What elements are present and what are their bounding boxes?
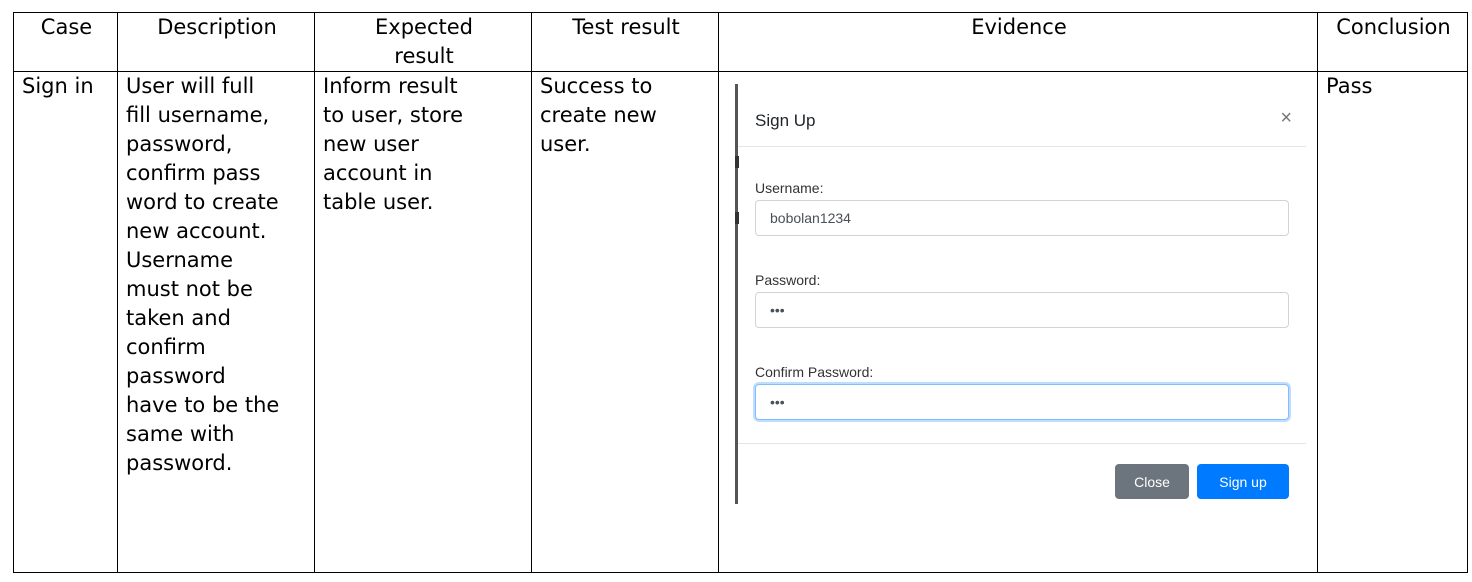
signup-modal-screenshot: Sign Up × Username: Password: Confirm Pa… bbox=[735, 84, 1306, 504]
header-expected-line: result bbox=[394, 44, 454, 68]
header-row: Case Description Expected result Test re… bbox=[13, 12, 1468, 72]
expected-line: table user. bbox=[323, 190, 434, 214]
modal-edge-mark bbox=[735, 212, 739, 224]
cell-conclusion: Pass bbox=[1317, 71, 1468, 573]
description-line: same with bbox=[126, 422, 235, 446]
description-line: User will full bbox=[126, 74, 255, 98]
description-line: word to create bbox=[126, 190, 279, 214]
password-label: Password: bbox=[755, 272, 821, 288]
table-row: Sign in User will full fill username, pa… bbox=[13, 71, 1468, 573]
description-line: confirm pass bbox=[126, 161, 261, 185]
description-line: have to be the bbox=[126, 393, 280, 417]
description-line: must not be bbox=[126, 277, 253, 301]
cell-expected-result: Inform result to user, store new user ac… bbox=[314, 71, 532, 573]
modal-edge-mark bbox=[735, 156, 739, 168]
confirm-password-input[interactable] bbox=[755, 384, 1289, 420]
header-test-result: Test result bbox=[531, 12, 719, 72]
modal-footer-divider bbox=[738, 443, 1306, 444]
username-label: Username: bbox=[755, 180, 824, 196]
username-input[interactable] bbox=[755, 200, 1289, 236]
test-result-line: Success to bbox=[540, 74, 653, 98]
header-expected-result: Expected result bbox=[314, 12, 532, 72]
modal-left-edge bbox=[735, 84, 738, 504]
header-expected-line: Expected bbox=[375, 15, 473, 39]
test-case-table: Case Description Expected result Test re… bbox=[13, 12, 1468, 573]
cell-evidence: Sign Up × Username: Password: Confirm Pa… bbox=[718, 71, 1318, 573]
close-icon[interactable]: × bbox=[1280, 104, 1292, 133]
confirm-password-label: Confirm Password: bbox=[755, 364, 874, 380]
expected-line: account in bbox=[323, 161, 433, 185]
header-description: Description bbox=[117, 12, 315, 72]
description-line: password. bbox=[126, 451, 233, 475]
cell-description: User will full fill username, password, … bbox=[117, 71, 315, 573]
test-result-line: create new bbox=[540, 103, 657, 127]
header-evidence: Evidence bbox=[718, 12, 1318, 72]
description-line: fill username, bbox=[126, 103, 270, 127]
header-conclusion: Conclusion bbox=[1317, 12, 1468, 72]
document-page: Case Description Expected result Test re… bbox=[0, 0, 1472, 582]
modal-title: Sign Up bbox=[755, 111, 816, 130]
header-case: Case bbox=[13, 12, 118, 72]
description-line: Username bbox=[126, 248, 234, 272]
description-line: password bbox=[126, 364, 226, 388]
close-button[interactable]: Close bbox=[1115, 464, 1189, 499]
description-line: password, bbox=[126, 132, 233, 156]
modal-header: Sign Up × bbox=[738, 84, 1306, 147]
description-line: new account. bbox=[126, 219, 267, 243]
expected-line: to user, store bbox=[323, 103, 464, 127]
cell-test-result: Success to create new user. bbox=[531, 71, 719, 573]
expected-line: new user bbox=[323, 132, 419, 156]
sign-up-button[interactable]: Sign up bbox=[1197, 464, 1289, 499]
test-result-line: user. bbox=[540, 132, 591, 156]
description-line: taken and bbox=[126, 306, 231, 330]
description-line: confirm bbox=[126, 335, 206, 359]
expected-line: Inform result bbox=[323, 74, 458, 98]
cell-case: Sign in bbox=[13, 71, 118, 573]
password-input[interactable] bbox=[755, 292, 1289, 328]
